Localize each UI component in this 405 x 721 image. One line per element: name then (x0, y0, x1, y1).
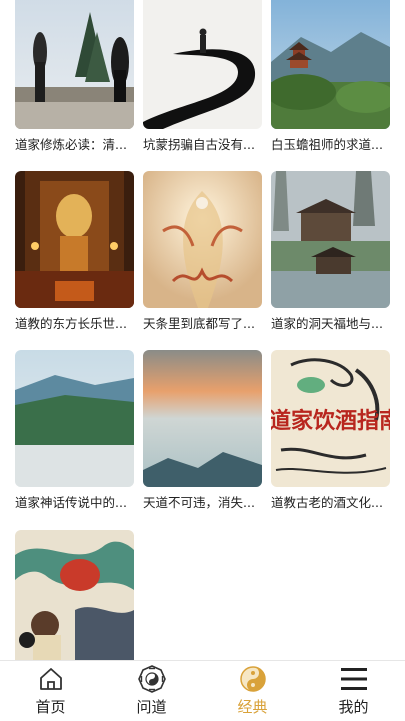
tab-label: 首页 (35, 698, 66, 716)
tab-label: 问道 (136, 698, 167, 716)
article-thumbnail[interactable] (15, 530, 134, 660)
tab-label: 我的 (338, 698, 369, 716)
article-title[interactable]: 天道不可违，消失... (143, 494, 262, 512)
bagua-icon (137, 665, 166, 693)
article-title[interactable]: 道家修炼必读：清... (15, 136, 134, 154)
tab-home[interactable]: 首页 (0, 661, 101, 721)
wine-guide-artwork-text: 道家饮酒指南 (271, 408, 390, 434)
article-title[interactable]: 坑蒙拐骗自古没有... (143, 136, 262, 154)
article-grid: 道家修炼必读：清... 坑蒙拐骗自古没有... 白玉蟾祖师的求道... 道教的东… (0, 0, 405, 660)
yin-yang-icon (239, 666, 266, 692)
tab-label: 经典 (237, 698, 268, 716)
article-title[interactable]: 白玉蟾祖师的求道... (271, 136, 390, 154)
bottom-tab-bar: 首页 问道 经典 我的 (0, 660, 405, 721)
article-thumbnail[interactable] (143, 171, 262, 308)
article-thumbnail[interactable] (15, 171, 134, 308)
article-thumbnail[interactable] (271, 171, 390, 308)
article-title[interactable]: 道家的洞天福地与... (271, 315, 390, 333)
article-title[interactable]: 天条里到底都写了... (143, 315, 262, 333)
menu-icon (340, 668, 367, 690)
article-thumbnail[interactable] (271, 0, 390, 129)
tab-mine[interactable]: 我的 (303, 661, 404, 721)
article-title[interactable]: 道教古老的酒文化... (271, 494, 390, 512)
article-thumbnail[interactable] (15, 0, 134, 129)
article-title[interactable]: 道家神话传说中的... (15, 494, 134, 512)
article-thumbnail[interactable]: 道家饮酒指南 (271, 350, 390, 487)
home-icon (39, 668, 62, 690)
article-thumbnail[interactable] (143, 350, 262, 487)
article-thumbnail[interactable] (143, 0, 262, 129)
article-thumbnail[interactable] (15, 350, 134, 487)
article-title[interactable]: 道教的东方长乐世... (15, 315, 134, 333)
tab-wendao[interactable]: 问道 (101, 661, 202, 721)
tab-classics[interactable]: 经典 (202, 661, 303, 721)
